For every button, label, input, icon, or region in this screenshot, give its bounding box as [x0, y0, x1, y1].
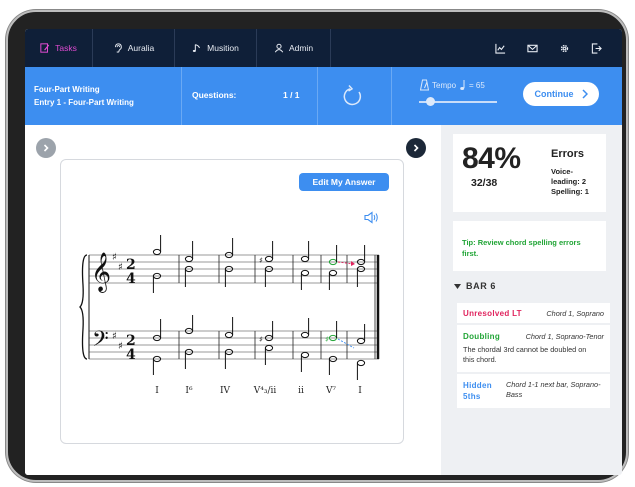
quarter-note-icon — [460, 80, 465, 90]
error-location: Chord 1, Soprano — [546, 309, 604, 318]
staff-notation[interactable]: 𝄞 𝄢 ♯ ♯ ♯ ♯ 2 4 2 4 ♯ ♯ ♯ I I⁶ IV V⁴₃/ii… — [79, 235, 389, 395]
svg-text:4: 4 — [126, 271, 136, 287]
svg-text:4: 4 — [126, 347, 136, 363]
tab-musition-label: Musition — [207, 43, 239, 53]
score-fraction: 32/38 — [471, 177, 498, 189]
previous-button[interactable] — [36, 138, 56, 158]
tab-musition[interactable]: Musition — [175, 29, 257, 67]
edit-icon — [40, 43, 50, 53]
metronome-icon — [420, 79, 429, 91]
tab-tasks[interactable]: Tasks — [25, 29, 93, 67]
score-area: Edit My Answer 𝄞 𝄢 ♯ ♯ ♯ ♯ 2 4 2 4 ♯ ♯ ♯… — [25, 125, 441, 475]
top-navigation: Tasks Auralia Musition Admin — [25, 29, 622, 67]
tab-auralia-label: Auralia — [127, 43, 155, 53]
note-icon — [193, 44, 201, 52]
tab-tasks-label: Tasks — [55, 43, 77, 53]
tempo-label: Tempo — [432, 80, 457, 90]
error-type: Unresolved LT — [463, 309, 522, 318]
questions-label: Questions: — [192, 90, 237, 100]
roman-numeral: IV — [220, 386, 231, 395]
app-screen: Tasks Auralia Musition Admin Four-Part W… — [25, 29, 622, 475]
tempo-slider-handle[interactable] — [425, 97, 435, 106]
svg-text:𝄢: 𝄢 — [92, 327, 109, 357]
error-description: The chordal 3rd cannot be doubled on thi… — [463, 345, 587, 364]
svg-text:♯: ♯ — [259, 335, 263, 344]
logout-button[interactable] — [580, 29, 612, 67]
chevron-left-icon — [43, 144, 49, 152]
errors-title: Errors — [551, 148, 585, 160]
errors-breakdown: Voice-leading: 2 Spelling: 1 — [551, 167, 601, 197]
svg-text:♯: ♯ — [259, 256, 263, 265]
speaker-icon[interactable] — [364, 211, 380, 224]
tempo-value: = 65 — [469, 80, 485, 90]
roman-numeral: V⁷ — [325, 386, 336, 395]
error-location: Chord 1, Soprano-Tenor — [525, 332, 604, 341]
error-type: Doubling — [463, 332, 501, 341]
results-panel: 84% 32/38 Errors Voice-leading: 2 Spelli… — [441, 125, 622, 475]
error-item[interactable]: Doubling Chord 1, Soprano-Tenor The chor… — [457, 325, 610, 372]
roman-numeral: I⁶ — [185, 386, 193, 395]
chevron-right-icon — [413, 144, 419, 152]
logout-icon — [591, 42, 602, 54]
task-header: Four-Part Writing Entry 1 - Four-Part Wr… — [25, 67, 622, 125]
caret-down-icon — [454, 283, 461, 289]
chart-icon — [494, 43, 505, 54]
stats-button[interactable] — [484, 29, 516, 67]
score-card: Edit My Answer 𝄞 𝄢 ♯ ♯ ♯ ♯ 2 4 2 4 ♯ ♯ ♯… — [60, 159, 404, 444]
tablet-frame: Tasks Auralia Musition Admin Four-Part W… — [6, 10, 628, 482]
bar-header[interactable]: BAR 6 — [454, 281, 496, 291]
settings-button[interactable] — [548, 29, 580, 67]
task-title: Four-Part Writing — [34, 85, 100, 94]
messages-button[interactable] — [516, 29, 548, 67]
continue-button[interactable]: Continue — [523, 82, 599, 106]
svg-text:♯: ♯ — [112, 331, 117, 342]
mail-icon — [526, 44, 538, 52]
gear-icon — [560, 44, 568, 52]
roman-numeral: I — [358, 386, 362, 395]
error-type: Hidden 5ths — [463, 381, 492, 401]
tab-admin-label: Admin — [288, 43, 314, 53]
chevron-right-icon — [581, 89, 588, 99]
user-icon — [274, 43, 284, 53]
score-summary-card: 84% 32/38 Errors Voice-leading: 2 Spelli… — [453, 134, 606, 212]
roman-numeral: V⁴₃/ii — [253, 386, 277, 395]
edit-answer-button[interactable]: Edit My Answer — [299, 173, 389, 191]
error-item[interactable]: Hidden 5ths Chord 1-1 next bar, Soprano-… — [457, 374, 610, 408]
questions-value: 1 / 1 — [283, 90, 300, 100]
tip-card: Tip: Review chord spelling errors first. — [453, 221, 606, 271]
error-item[interactable]: Unresolved LT Chord 1, Soprano — [457, 303, 610, 323]
next-button[interactable] — [406, 138, 426, 158]
svg-text:♯: ♯ — [118, 262, 123, 273]
svg-text:♯: ♯ — [325, 335, 329, 344]
tip-text: Tip: Review chord spelling errors first. — [462, 238, 581, 258]
errors-spelling: Spelling: 1 — [551, 187, 589, 196]
tab-admin[interactable]: Admin — [257, 29, 331, 67]
roman-numeral: ii — [298, 386, 304, 395]
svg-text:♯: ♯ — [112, 252, 117, 263]
roman-numeral: I — [155, 386, 159, 395]
error-location: Chord 1-1 next bar, Soprano-Bass — [506, 380, 601, 399]
tab-auralia[interactable]: Auralia — [93, 29, 175, 67]
errors-voice-leading: Voice-leading: 2 — [551, 167, 587, 186]
bar-label: BAR 6 — [466, 281, 497, 291]
continue-label: Continue — [534, 89, 574, 99]
svg-text:𝄞: 𝄞 — [91, 252, 111, 293]
task-title-block: Four-Part Writing Entry 1 - Four-Part Wr… — [34, 83, 134, 109]
replay-icon[interactable] — [341, 84, 365, 108]
score-percent: 84% — [462, 142, 521, 175]
task-entry: Entry 1 - Four-Part Writing — [34, 98, 134, 107]
tempo-control: Tempo = 65 — [420, 79, 485, 91]
ear-icon — [114, 43, 122, 53]
svg-text:♯: ♯ — [118, 341, 123, 352]
